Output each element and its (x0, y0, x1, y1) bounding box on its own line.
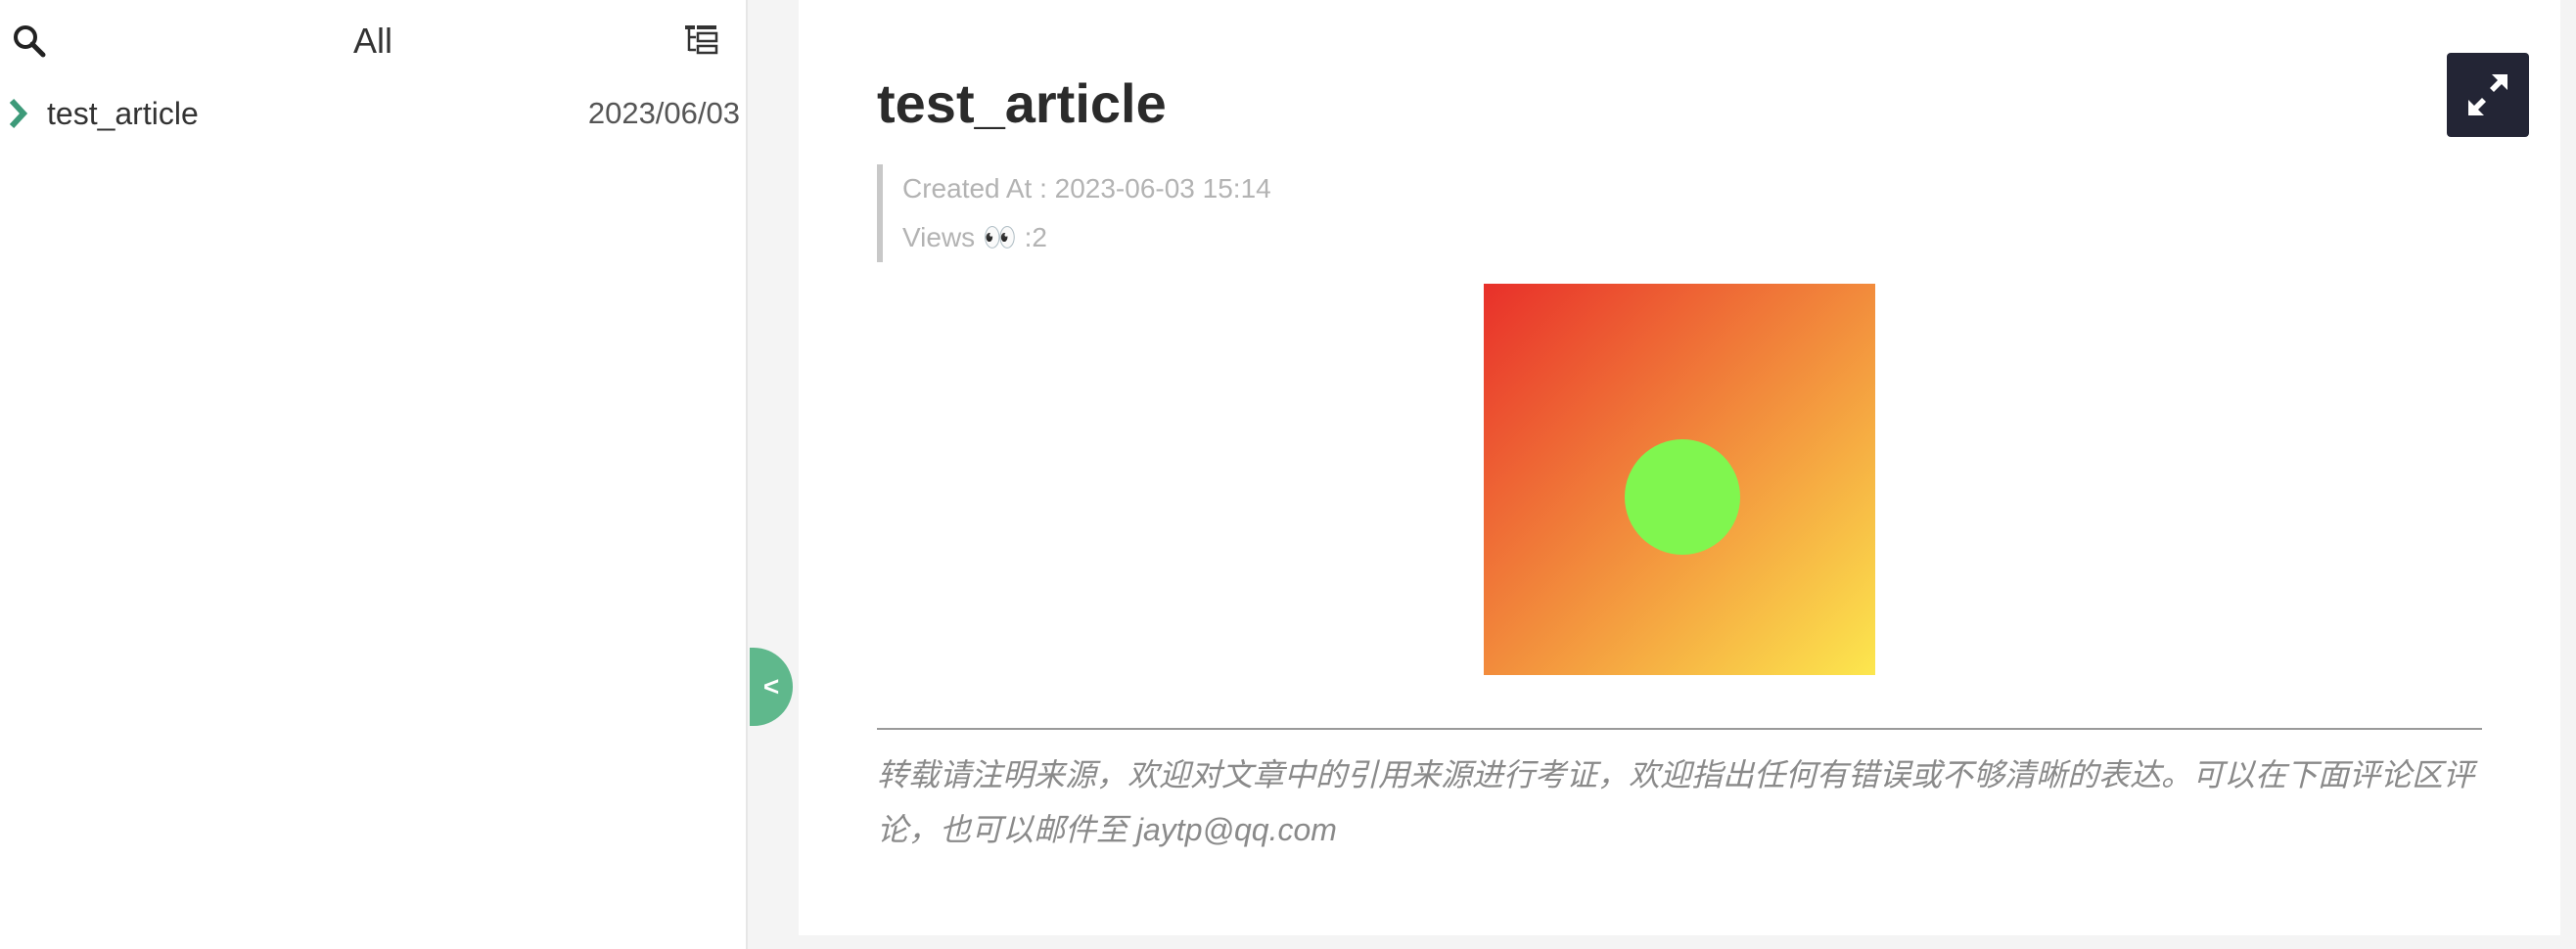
article-list-item[interactable]: test_article 2023/06/03 (0, 90, 746, 137)
app-root: All test_article 2023/06/03 < test_artic… (0, 0, 2576, 949)
tree-view-button[interactable] (683, 22, 718, 57)
article-title: test_article (47, 96, 199, 131)
post-meta: Created At : 2023-06-03 15:14 Views 👀 :2 (877, 164, 1464, 262)
tree-list-icon (685, 25, 718, 55)
search-button[interactable] (10, 22, 49, 61)
view-count: Views 👀 :2 (902, 222, 1047, 252)
sidebar-header: All (0, 0, 746, 82)
green-circle (1625, 439, 1740, 555)
filter-title: All (0, 18, 746, 65)
sidebar: All test_article 2023/06/03 (0, 0, 748, 949)
created-at: Created At : 2023-06-03 15:14 (902, 173, 1271, 203)
article-date: 2023/06/03 (587, 96, 740, 130)
page-title: test_article (877, 72, 1167, 134)
expand-icon (2468, 74, 2507, 115)
filter-selector[interactable]: All (353, 21, 392, 61)
fullscreen-button[interactable] (2447, 53, 2529, 137)
copyright-note: 转载请注明来源，欢迎对文章中的引用来源进行考证，欢迎指出任何有错误或不够清晰的表… (877, 757, 2475, 847)
article-image (1484, 284, 1875, 675)
search-icon (14, 25, 46, 58)
content-divider (877, 728, 2482, 730)
chevron-right-icon (9, 98, 28, 129)
